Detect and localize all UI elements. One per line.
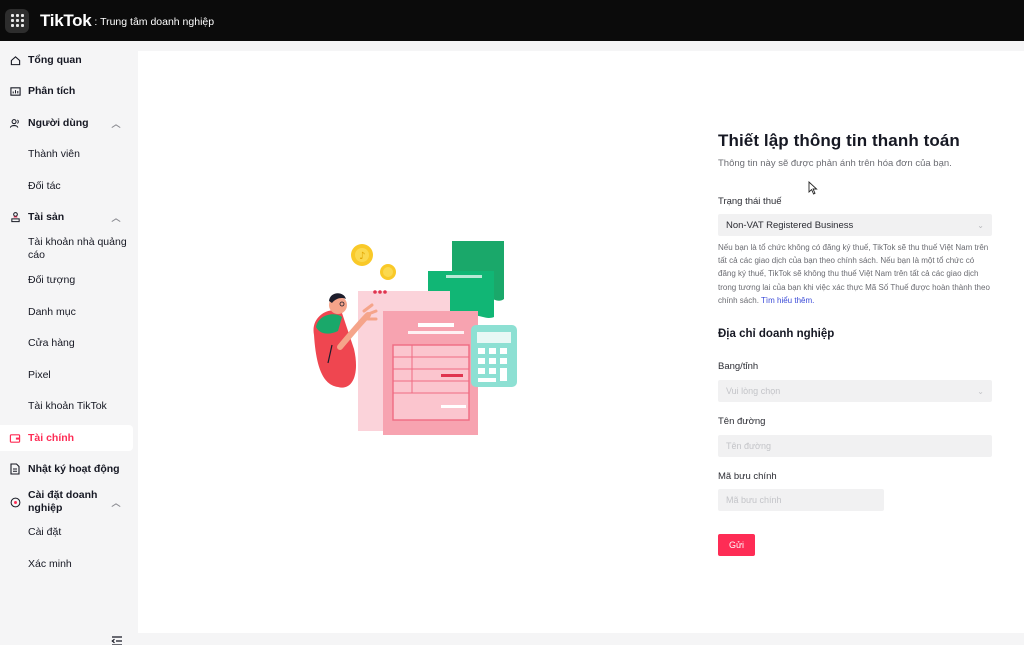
chevron-down-icon: ⌄ <box>977 386 984 396</box>
top-bar: TikTok : Trung tâm doanh nghiệp <box>0 0 1024 41</box>
sidebar-item-partners[interactable]: Đối tác <box>0 175 133 197</box>
sidebar-item-activity-log[interactable]: Nhật ký hoạt động <box>0 458 133 480</box>
sidebar-item-settings[interactable]: Cài đặt <box>0 521 133 543</box>
tax-status-value: Non-VAT Registered Business <box>726 219 854 231</box>
sidebar-item-tiktok-accounts[interactable]: Tài khoản TikTok <box>0 395 133 417</box>
sidebar-item-analytics[interactable]: Phân tích <box>0 80 133 102</box>
postal-code-input[interactable]: Mã bưu chính <box>718 489 884 511</box>
street-placeholder: Tên đường <box>726 441 771 451</box>
assets-icon <box>9 211 21 223</box>
app-title: : Trung tâm doanh nghiệp <box>94 15 215 28</box>
sidebar-item-finance[interactable]: Tài chính <box>0 425 133 451</box>
main-content: ♪ Thiết lập thông tin thanh toán Thông t… <box>138 51 1024 633</box>
chevron-down-icon: ⌄ <box>977 220 984 230</box>
finance-icon <box>9 432 21 444</box>
sidebar: Tổng quan Phân tích Người dùng ︿ Thành v… <box>0 41 137 645</box>
sidebar-item-assets[interactable]: Tài sản ︿ <box>0 206 133 228</box>
sidebar-item-stores[interactable]: Cửa hàng <box>0 332 133 354</box>
chevron-up-icon[interactable]: ︿ <box>111 211 121 224</box>
svg-text:♪: ♪ <box>359 251 365 262</box>
state-placeholder: Vui lòng chọn <box>726 386 781 396</box>
billing-illustration: ♪ <box>308 235 523 445</box>
sidebar-item-verification[interactable]: Xác minh <box>0 553 133 575</box>
tiktok-logo[interactable]: TikTok <box>40 11 92 31</box>
users-icon <box>9 117 21 129</box>
learn-more-link[interactable]: Tìm hiểu thêm. <box>761 296 814 305</box>
state-select[interactable]: Vui lòng chọn ⌄ <box>718 380 992 402</box>
tax-status-label: Trạng thái thuế <box>718 196 782 207</box>
postal-code-label: Mã bưu chính <box>718 471 777 482</box>
tax-status-note: Nếu bạn là tổ chức không có đăng ký thuế… <box>718 243 990 305</box>
street-input[interactable]: Tên đường <box>718 435 992 457</box>
sidebar-item-overview[interactable]: Tổng quan <box>0 49 133 71</box>
page-title: Thiết lập thông tin thanh toán <box>718 131 960 150</box>
chart-icon <box>9 85 21 97</box>
street-label: Tên đường <box>718 416 766 427</box>
app-grid-icon[interactable] <box>5 8 29 33</box>
sidebar-item-pixel[interactable]: Pixel <box>0 364 133 386</box>
sidebar-item-members[interactable]: Thành viên <box>0 143 133 165</box>
submit-button[interactable]: Gửi <box>718 534 755 556</box>
sidebar-item-ad-accounts[interactable]: Tài khoản nhà quảng cáo <box>0 234 133 264</box>
home-icon <box>9 54 21 66</box>
page-subtitle: Thông tin này sẽ được phản ánh trên hóa … <box>718 158 952 169</box>
state-label: Bang/tỉnh <box>718 361 759 372</box>
sidebar-item-business-settings[interactable]: Cài đặt doanh nghiệp ︿ <box>0 487 133 517</box>
business-address-heading: Địa chỉ doanh nghiệp <box>718 328 835 340</box>
chevron-up-icon[interactable]: ︿ <box>111 496 121 509</box>
sidebar-item-users[interactable]: Người dùng ︿ <box>0 112 133 134</box>
sidebar-item-audiences[interactable]: Đối tượng <box>0 269 133 291</box>
sidebar-item-catalogs[interactable]: Danh mục <box>0 301 133 323</box>
log-icon <box>9 463 21 475</box>
settings-icon <box>9 496 21 508</box>
tax-status-select[interactable]: Non-VAT Registered Business ⌄ <box>718 214 992 236</box>
mouse-cursor-icon <box>808 180 818 200</box>
postal-code-placeholder: Mã bưu chính <box>726 495 782 505</box>
collapse-sidebar-icon[interactable] <box>111 633 123 645</box>
chevron-up-icon[interactable]: ︿ <box>111 117 121 130</box>
